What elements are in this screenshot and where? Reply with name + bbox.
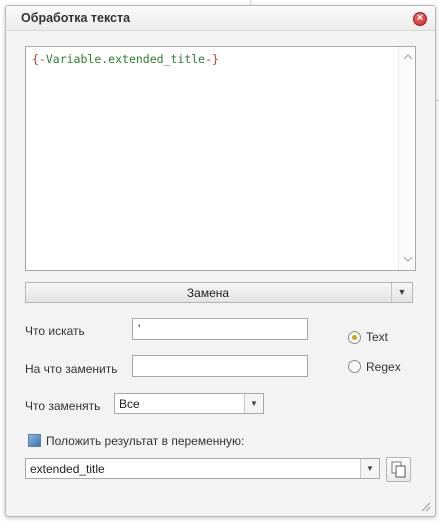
token-variable-name: extended_title [108,52,206,66]
close-icon[interactable]: × [413,12,427,26]
radio-regex[interactable] [348,360,361,373]
variable-select[interactable]: extended_title ▼ [25,458,380,479]
dialog-titlebar[interactable]: Обработка текста × [6,6,435,31]
dialog-title: Обработка текста [21,11,131,25]
editor-content: {-Variable.extended_title-} [32,52,219,66]
radio-text-label[interactable]: Text [366,330,388,344]
save-result-label[interactable]: Положить результат в переменную: [46,434,244,448]
text-processing-dialog: Обработка текста × {-Variable.extended_t… [5,5,436,517]
mode-selected-value: Замена [186,286,230,300]
save-result-checkbox[interactable] [28,434,41,447]
replace-input[interactable] [132,355,308,377]
variable-select-value: extended_title [30,462,105,476]
token-close-brace: -} [205,52,219,66]
chevron-up-icon[interactable] [399,49,416,66]
copy-icon [391,461,406,478]
editor-scrollbar[interactable] [398,47,415,270]
replace-scope-select[interactable]: Все ▼ [114,393,264,414]
chevron-down-icon[interactable]: ▼ [244,394,263,413]
chevron-down-icon[interactable]: ▼ [391,283,412,302]
radio-regex-label[interactable]: Regex [366,360,401,374]
token-prefix: Variable. [45,52,109,66]
resize-grip-icon[interactable] [419,500,431,512]
mode-select[interactable]: Замена ▼ [25,282,413,303]
radio-text[interactable] [348,331,361,344]
find-input[interactable]: ' [132,318,308,340]
token-open-brace: {- [32,52,46,66]
chevron-down-icon[interactable] [399,251,416,268]
copy-button[interactable] [386,457,411,482]
chevron-down-icon[interactable]: ▼ [360,459,379,478]
find-label: Что искать [25,324,85,338]
replace-scope-label: Что заменять [25,399,101,413]
replace-label: На что заменить [25,362,118,376]
replace-scope-value: Все [119,397,140,411]
text-editor[interactable]: {-Variable.extended_title-} [25,46,416,271]
